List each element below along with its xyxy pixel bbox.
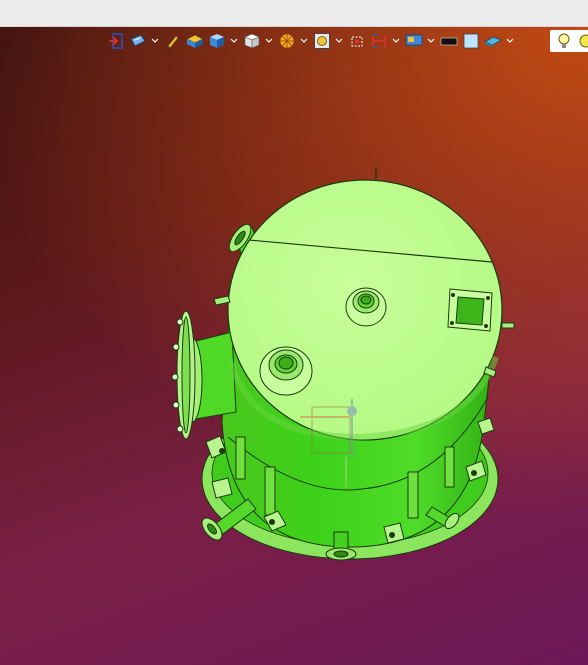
plane-icon[interactable] [483, 30, 503, 52]
pressure-vessel-model[interactable] [0, 27, 588, 665]
zoom-fit-icon[interactable] [312, 30, 332, 52]
light-sphere-icon[interactable] [576, 30, 588, 52]
light-background-icon[interactable] [461, 30, 481, 52]
display-monitor-dropdown[interactable] [426, 30, 436, 52]
title-bar [0, 0, 588, 27]
section-disc-dropdown[interactable] [299, 30, 309, 52]
layer-box-icon[interactable] [185, 30, 205, 52]
zoom-fit-dropdown[interactable] [334, 30, 344, 52]
snap-icon[interactable] [347, 30, 367, 52]
3d-viewport[interactable] [0, 27, 588, 665]
cube-shaded-dropdown[interactable] [229, 30, 239, 52]
section-disc-icon[interactable] [277, 30, 297, 52]
black-background-icon[interactable] [439, 30, 459, 52]
view-toolbar [106, 30, 518, 52]
plane-dropdown[interactable] [505, 30, 515, 52]
cube-white-dropdown[interactable] [264, 30, 274, 52]
cube-shaded-icon[interactable] [207, 30, 227, 52]
pencil-icon[interactable] [163, 30, 183, 52]
display-monitor-icon[interactable] [404, 30, 424, 52]
exit-icon[interactable] [106, 30, 126, 52]
cube-white-icon[interactable] [242, 30, 262, 52]
lighting-group [550, 30, 588, 52]
measure-dropdown[interactable] [391, 30, 401, 52]
render-style-dropdown[interactable] [150, 30, 160, 52]
render-style-icon[interactable] [128, 30, 148, 52]
lightbulb-icon[interactable] [554, 30, 574, 52]
measure-icon[interactable] [369, 30, 389, 52]
